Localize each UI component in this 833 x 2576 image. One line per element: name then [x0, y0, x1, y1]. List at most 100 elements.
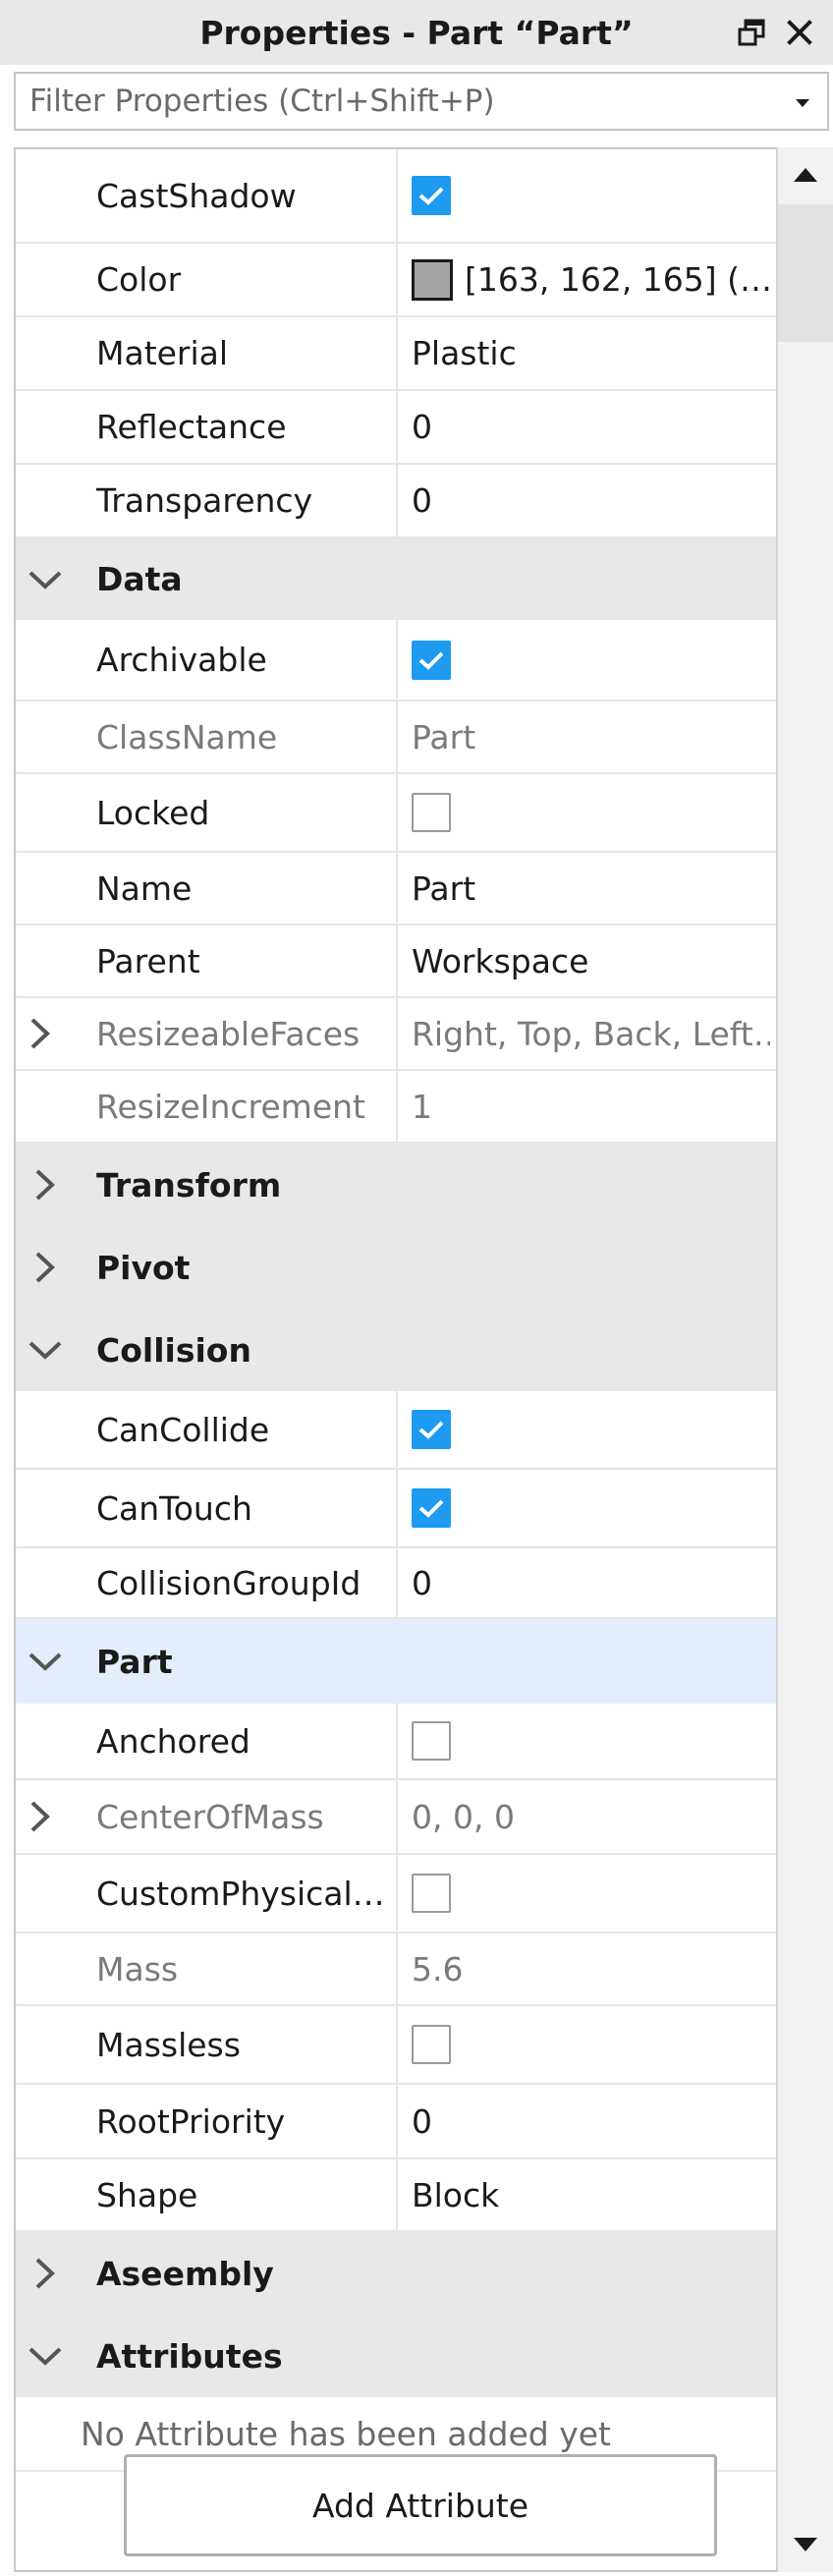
property-label: Color — [96, 260, 182, 299]
filter-properties-box — [14, 72, 829, 131]
property-label: Parent — [96, 941, 200, 980]
classname-value: Part — [412, 717, 476, 756]
section-assembly[interactable]: Aseembly — [16, 2232, 778, 2315]
collisiongroupid-value[interactable]: 0 — [412, 1548, 770, 1617]
property-row-locked: Locked — [16, 774, 778, 853]
section-part[interactable]: Part — [16, 1619, 778, 1704]
property-row-cantouch: CanTouch — [16, 1470, 778, 1548]
cancollide-checkbox[interactable] — [412, 1410, 451, 1449]
chevron-down-icon[interactable] — [28, 1309, 67, 1391]
property-label: Mass — [96, 1949, 179, 1988]
arrow-up-icon[interactable] — [778, 147, 833, 202]
mass-value: 5.6 — [412, 1949, 464, 1988]
chevron-right-icon[interactable] — [28, 1226, 67, 1309]
section-label: Transform — [96, 1165, 282, 1204]
chevron-down-icon[interactable] — [28, 538, 67, 620]
panel-title: Properties - Part “Part” — [199, 13, 634, 52]
property-label: CanCollide — [96, 1410, 270, 1449]
customphysical-checkbox[interactable] — [412, 1874, 451, 1913]
close-icon[interactable] — [783, 16, 816, 49]
chevron-right-icon[interactable] — [28, 2232, 67, 2315]
centerofmass-value: 0, 0, 0 — [412, 1797, 515, 1836]
property-row-cancollide: CanCollide — [16, 1391, 778, 1470]
property-row-rootpriority: RootPriority 0 — [16, 2085, 778, 2159]
resizeablefaces-value: Right, Top, Back, Left… — [412, 1014, 770, 1053]
property-label: Shape — [96, 2175, 198, 2214]
property-row-name: Name Part — [16, 853, 778, 925]
property-label: CollisionGroupId — [96, 1563, 361, 1602]
property-label: CastShadow — [96, 176, 297, 215]
property-row-mass: Mass 5.6 — [16, 1933, 778, 2006]
section-label: Part — [96, 1642, 173, 1681]
property-label: ResizeableFaces — [96, 1014, 361, 1053]
color-value[interactable]: [163, 162, 165] (… — [412, 244, 770, 315]
scrollbar-thumb[interactable] — [778, 204, 833, 342]
property-row-centerofmass: CenterOfMass 0, 0, 0 — [16, 1780, 778, 1855]
property-row-material: Material Plastic — [16, 317, 778, 391]
section-attributes[interactable]: Attributes — [16, 2315, 778, 2397]
property-row-resizeablefaces: ResizeableFaces Right, Top, Back, Left… — [16, 998, 778, 1071]
color-value-text: [163, 162, 165] (… — [465, 260, 770, 299]
property-row-shape: Shape Block — [16, 2159, 778, 2232]
cantouch-checkbox[interactable] — [412, 1488, 451, 1528]
filter-properties-input[interactable] — [16, 83, 778, 120]
property-row-resizeincrement: ResizeIncrement 1 — [16, 1071, 778, 1144]
property-label: ResizeIncrement — [96, 1087, 365, 1126]
name-value[interactable]: Part — [412, 853, 770, 924]
property-label: CenterOfMass — [96, 1797, 324, 1836]
section-label: Pivot — [96, 1248, 191, 1287]
properties-grid: CastShadow Color [163, 162, 165] (… Mate… — [14, 147, 833, 2572]
section-label: Aseembly — [96, 2254, 274, 2293]
property-row-reflectance: Reflectance 0 — [16, 391, 778, 465]
material-value[interactable]: Plastic — [412, 317, 770, 389]
property-label: CustomPhysical… — [96, 1874, 385, 1913]
section-label: Collision — [96, 1330, 251, 1370]
add-attribute-button[interactable]: Add Attribute — [124, 2454, 717, 2556]
property-label: Transparency — [96, 481, 313, 520]
property-label: Archivable — [96, 641, 267, 679]
section-pivot[interactable]: Pivot — [16, 1226, 778, 1309]
property-row-anchored: Anchored — [16, 1704, 778, 1780]
float-window-icon[interactable] — [735, 16, 768, 49]
transparency-value[interactable]: 0 — [412, 465, 770, 536]
chevron-right-icon[interactable] — [29, 998, 59, 1069]
shape-value[interactable]: Block — [412, 2159, 770, 2230]
property-label: Name — [96, 868, 193, 908]
section-label: Data — [96, 560, 183, 598]
property-label: Anchored — [96, 1721, 250, 1761]
property-row-collisiongroupid: CollisionGroupId 0 — [16, 1548, 778, 1619]
chevron-right-icon[interactable] — [28, 1144, 67, 1226]
anchored-checkbox[interactable] — [412, 1721, 451, 1761]
empty-message-text: No Attribute has been added yet — [81, 2414, 611, 2453]
section-data[interactable]: Data — [16, 538, 778, 620]
chevron-down-icon[interactable] — [28, 1619, 67, 1704]
property-label: Reflectance — [96, 408, 287, 446]
color-swatch[interactable] — [412, 258, 453, 301]
property-row-customphysical: CustomPhysical… — [16, 1855, 778, 1933]
property-label: Massless — [96, 2025, 241, 2064]
chevron-right-icon[interactable] — [29, 1780, 59, 1853]
castshadow-checkbox[interactable] — [412, 176, 451, 215]
section-transform[interactable]: Transform — [16, 1144, 778, 1226]
parent-value[interactable]: Workspace — [412, 925, 770, 996]
property-label: RootPriority — [96, 2101, 286, 2141]
property-label: Material — [96, 334, 229, 372]
caret-down-icon[interactable] — [794, 95, 811, 114]
reflectance-value[interactable]: 0 — [412, 391, 770, 463]
property-row-transparency: Transparency 0 — [16, 465, 778, 538]
section-collision[interactable]: Collision — [16, 1309, 778, 1391]
vertical-scrollbar[interactable] — [776, 147, 833, 2572]
resizeincrement-value: 1 — [412, 1087, 432, 1126]
locked-checkbox[interactable] — [412, 793, 451, 832]
archivable-checkbox[interactable] — [412, 640, 451, 680]
arrow-down-icon[interactable] — [778, 2517, 833, 2572]
rootpriority-value[interactable]: 0 — [412, 2085, 770, 2157]
property-row-massless: Massless — [16, 2006, 778, 2085]
massless-checkbox[interactable] — [412, 2025, 451, 2064]
property-row-classname: ClassName Part — [16, 701, 778, 774]
chevron-down-icon[interactable] — [28, 2315, 67, 2397]
property-row-archivable: Archivable — [16, 620, 778, 701]
panel-titlebar: Properties - Part “Part” — [0, 0, 833, 65]
property-label: Locked — [96, 793, 210, 832]
property-row-castshadow: CastShadow — [16, 149, 778, 244]
